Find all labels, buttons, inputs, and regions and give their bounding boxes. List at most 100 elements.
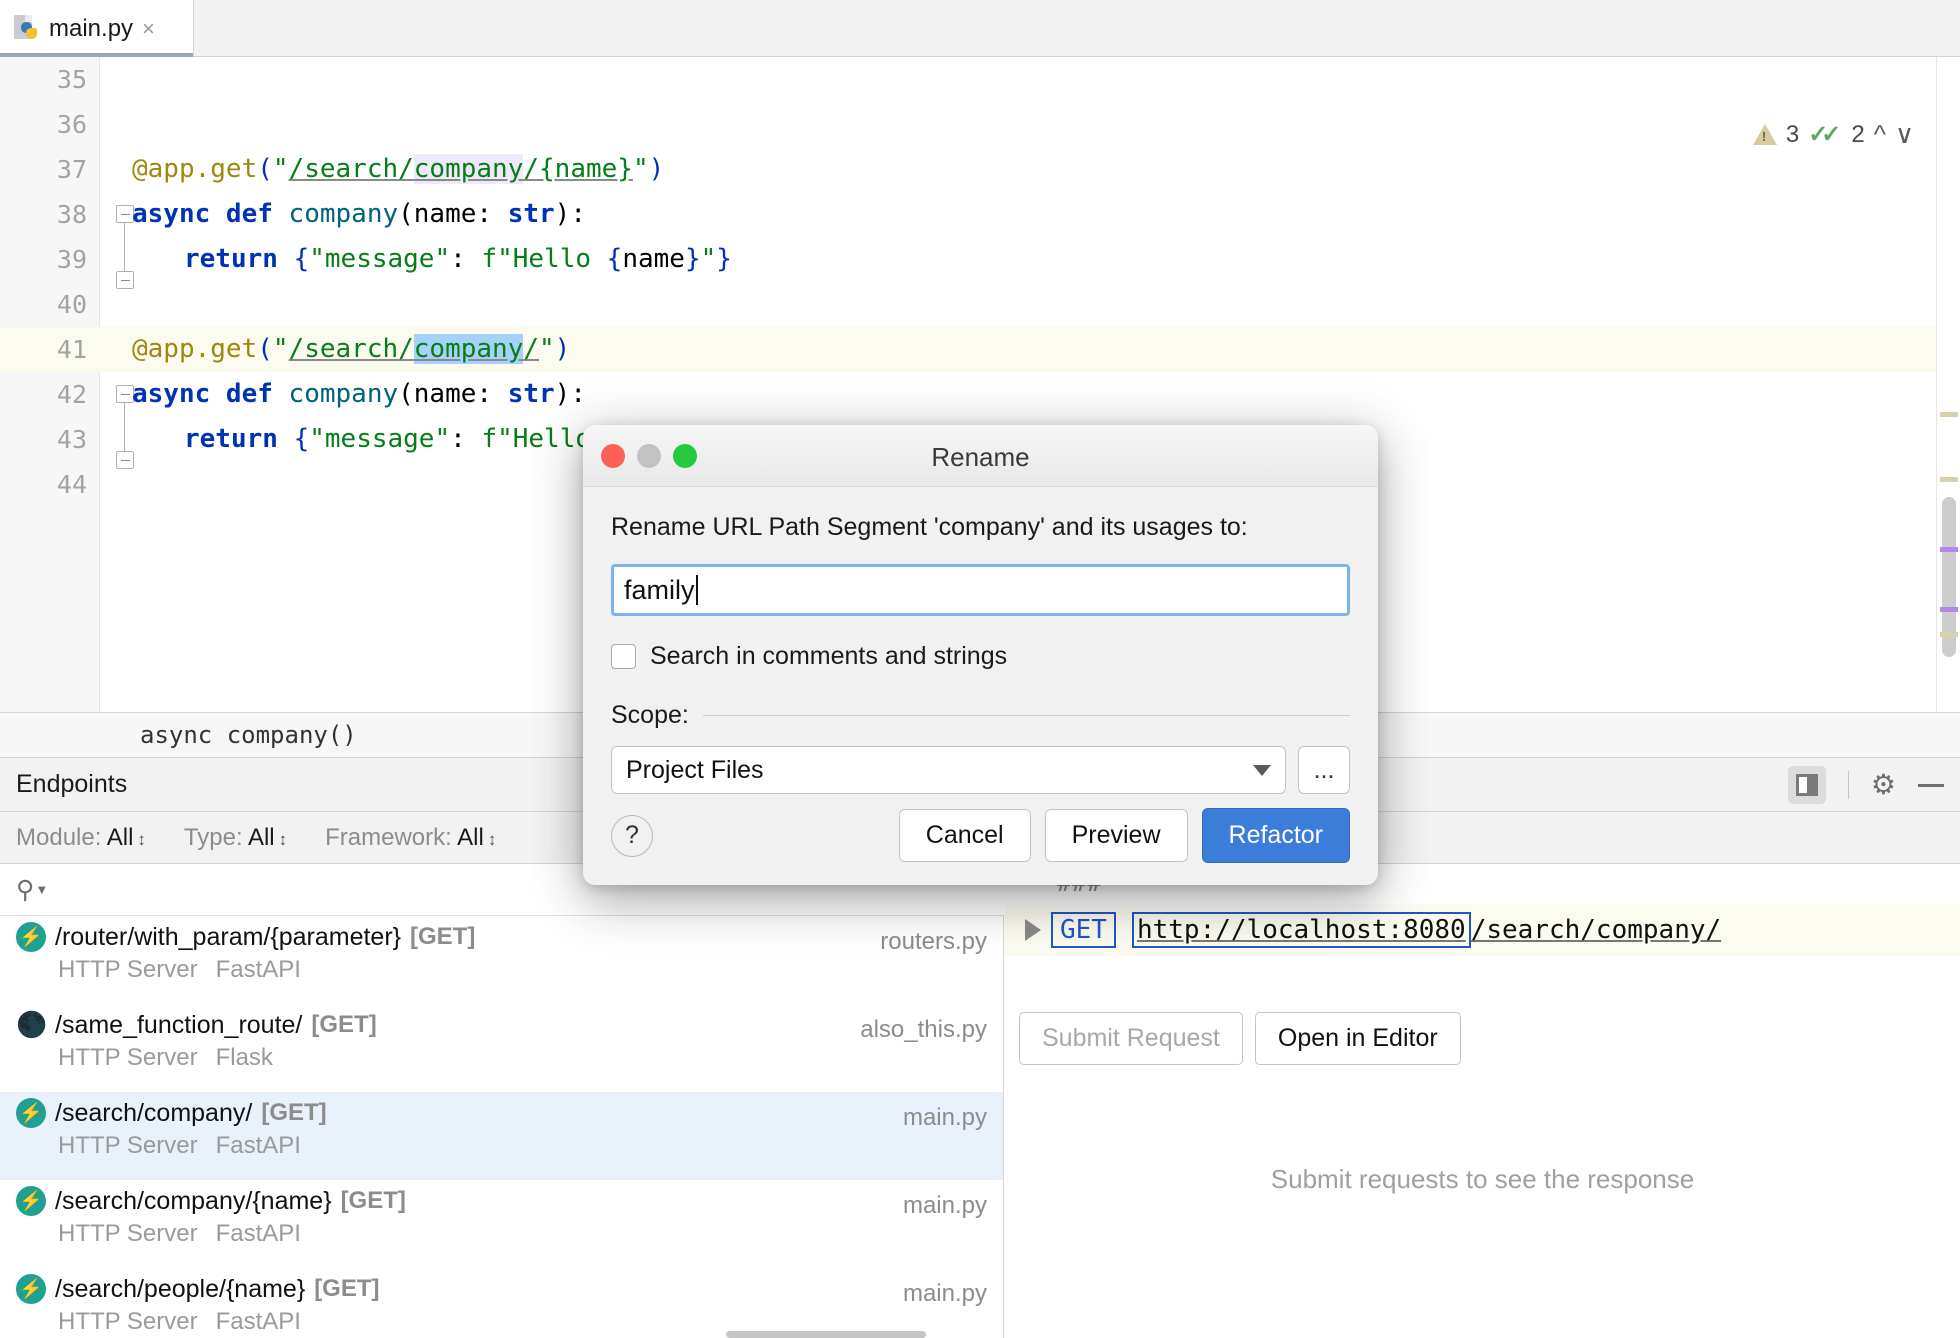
dialog-titlebar: Rename <box>583 425 1378 487</box>
endpoint-server: HTTP Server <box>58 956 198 983</box>
inspection-widget[interactable]: 3 ✓✓ 2 ^ ∨ <box>1753 119 1914 150</box>
chevron-down-icon <box>1253 765 1271 776</box>
code-line-38: async def company(name: str): <box>132 192 586 237</box>
breadcrumb-label: async company() <box>140 721 357 749</box>
code-line-37: @app.get("/search/company/{name}") <box>132 147 664 192</box>
list-item[interactable]: /same_function_route/ [GET] also_this.py… <box>0 1004 1003 1092</box>
rename-dialog[interactable]: Rename Rename URL Path Segment 'company'… <box>583 425 1378 885</box>
preview-button[interactable]: Preview <box>1045 809 1188 862</box>
chevron-down-icon[interactable]: ▼ <box>35 882 48 897</box>
scope-row: Project Files ... <box>611 746 1350 794</box>
toolwindow-actions: ⚙ <box>1788 758 1944 812</box>
endpoint-path: /same_function_route/ <box>55 1011 302 1040</box>
marker-usage <box>1940 547 1958 552</box>
scope-select[interactable]: Project Files <box>611 746 1286 794</box>
line-number: 43 <box>57 417 87 462</box>
check-icon: ✓✓ <box>1808 120 1834 149</box>
chevron-updown-icon: ↕ <box>279 830 288 849</box>
search-comments-checkbox-row[interactable]: Search in comments and strings <box>611 642 1350 671</box>
search-comments-label: Search in comments and strings <box>650 642 1007 671</box>
endpoint-method: [GET] <box>311 1011 376 1039</box>
divider <box>1848 771 1849 799</box>
endpoint-server: HTTP Server <box>58 1044 198 1071</box>
scope-label: Scope: <box>611 701 689 730</box>
tab-main-py[interactable]: main.py × <box>0 0 194 57</box>
endpoints-list[interactable]: /router/with_param/{parameter} [GET] rou… <box>0 916 1004 1338</box>
endpoint-file: routers.py <box>880 928 987 956</box>
http-client-panel[interactable]: ### GET http://localhost:8080 /search/co… <box>1005 864 1960 1338</box>
endpoint-framework: FastAPI <box>216 1220 301 1247</box>
refactor-button[interactable]: Refactor <box>1202 808 1350 863</box>
endpoint-method: [GET] <box>341 1187 406 1215</box>
search-icon[interactable]: ⚲ <box>16 875 34 905</box>
search-comments-checkbox[interactable] <box>611 644 636 669</box>
endpoint-server: HTTP Server <box>58 1220 198 1247</box>
line-number: 41 <box>57 327 87 372</box>
filter-framework[interactable]: Framework: All↕ <box>325 824 496 852</box>
horizontal-scrollbar[interactable] <box>726 1331 926 1338</box>
endpoint-method: [GET] <box>410 923 475 951</box>
list-item[interactable]: /search/people/{name} [GET] main.py HTTP… <box>0 1268 1003 1338</box>
open-in-editor-button[interactable]: Open in Editor <box>1255 1012 1461 1065</box>
line-number: 39 <box>57 237 87 282</box>
code-line-42: @app.get("/search/company/") <box>132 327 570 372</box>
page-title: Endpoints <box>16 770 127 799</box>
list-item[interactable]: /router/with_param/{parameter} [GET] rou… <box>0 916 1003 1004</box>
help-icon[interactable]: ? <box>611 815 653 857</box>
tab-label: main.py <box>49 15 133 43</box>
endpoint-path: /search/people/{name} <box>55 1275 305 1304</box>
endpoint-file: main.py <box>903 1104 987 1132</box>
fastapi-icon <box>16 922 46 952</box>
rename-input[interactable]: family <box>611 564 1350 616</box>
split-view-icon[interactable] <box>1788 766 1826 804</box>
request-host: http://localhost:8080 <box>1132 912 1471 948</box>
endpoint-path: /router/with_param/{parameter} <box>55 923 401 952</box>
editor-marker-bar[interactable] <box>1936 57 1960 712</box>
run-request-icon[interactable] <box>1025 919 1041 941</box>
endpoint-method: [GET] <box>261 1099 326 1127</box>
fastapi-icon <box>16 1186 46 1216</box>
request-line[interactable]: GET http://localhost:8080 /search/compan… <box>1005 904 1960 956</box>
request-method: GET <box>1051 912 1116 948</box>
list-item[interactable]: /search/company/ [GET] main.py HTTP Serv… <box>0 1092 1003 1180</box>
request-path: /search/company/ <box>1471 915 1721 945</box>
line-number: 42 <box>57 372 87 417</box>
code-line-43: async def company(name: str): <box>132 372 586 417</box>
endpoint-server: HTTP Server <box>58 1132 198 1159</box>
python-file-icon <box>14 15 40 43</box>
scope-more-button[interactable]: ... <box>1298 746 1350 794</box>
scope-section-header: Scope: <box>611 701 1350 730</box>
line-number: 36 <box>57 102 87 147</box>
minimize-icon[interactable] <box>1918 784 1944 787</box>
filter-module[interactable]: Module: All↕ <box>16 824 146 852</box>
endpoint-file: main.py <box>903 1280 987 1308</box>
chevron-updown-icon: ↕ <box>488 830 497 849</box>
endpoint-server: HTTP Server <box>58 1308 198 1335</box>
endpoint-file: main.py <box>903 1192 987 1220</box>
chevron-up-icon[interactable]: ^ <box>1874 119 1886 150</box>
marker-warning <box>1940 477 1958 482</box>
cancel-button[interactable]: Cancel <box>899 809 1031 862</box>
line-number: 44 <box>57 462 87 507</box>
endpoint-framework: FastAPI <box>216 956 301 983</box>
fastapi-icon <box>16 1274 46 1304</box>
divider <box>703 715 1350 716</box>
chevron-updown-icon: ↕ <box>137 830 146 849</box>
line-number: 37 <box>57 147 87 192</box>
scope-select-value: Project Files <box>626 756 1253 785</box>
gear-icon[interactable]: ⚙ <box>1871 771 1896 799</box>
endpoint-framework: Flask <box>216 1044 273 1071</box>
fastapi-icon <box>16 1098 46 1128</box>
line-number-gutter: 35 36 37 38 39 40 41 42 43 44 <box>0 57 100 712</box>
code-line-39: return {"message": f"Hello {name}"} <box>132 237 732 282</box>
filter-type[interactable]: Type: All↕ <box>184 824 287 852</box>
line-number: 38 <box>57 192 87 237</box>
chevron-down-icon[interactable]: ∨ <box>1895 119 1914 150</box>
list-item[interactable]: /search/company/{name} [GET] main.py HTT… <box>0 1180 1003 1268</box>
dialog-prompt: Rename URL Path Segment 'company' and it… <box>611 513 1350 542</box>
submit-request-button[interactable]: Submit Request <box>1019 1012 1243 1065</box>
close-icon[interactable]: × <box>142 18 155 40</box>
endpoint-path: /search/company/{name} <box>55 1187 332 1216</box>
endpoint-file: also_this.py <box>860 1016 987 1044</box>
text-caret <box>696 575 698 605</box>
